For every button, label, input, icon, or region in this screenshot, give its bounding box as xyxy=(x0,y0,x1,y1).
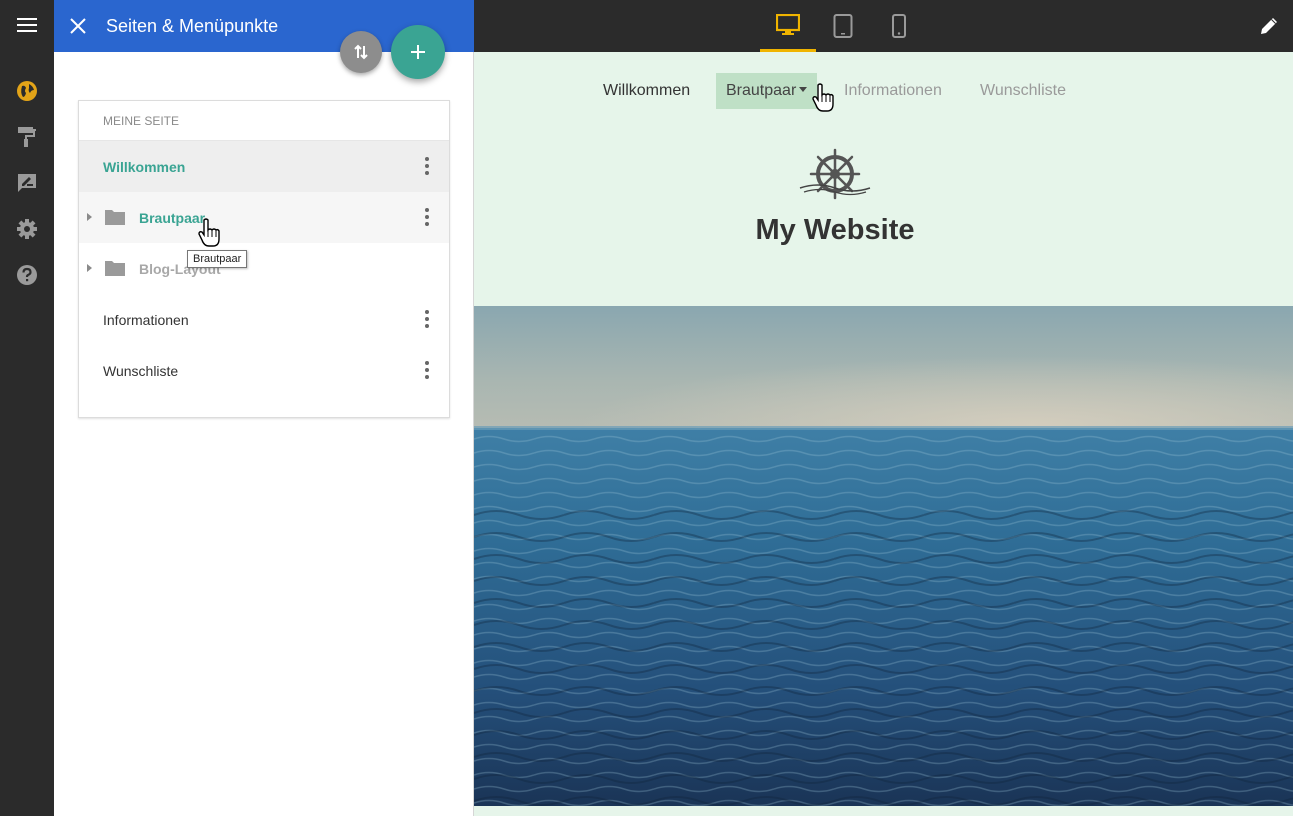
close-icon[interactable] xyxy=(66,14,90,38)
content-button[interactable] xyxy=(0,160,54,206)
page-label: Brautpaar xyxy=(139,209,206,226)
ship-wheel-logo xyxy=(799,148,871,200)
tablet-icon xyxy=(833,14,853,38)
expand-arrow-icon[interactable] xyxy=(87,213,92,221)
page-label: Informationen xyxy=(103,311,189,328)
nav-item-willkommen[interactable]: Willkommen xyxy=(603,73,690,109)
site-preview: Willkommen Brautpaar Informationen Wunsc… xyxy=(474,52,1293,816)
site-title: My Website xyxy=(755,214,915,246)
expand-arrow-icon[interactable] xyxy=(87,264,92,272)
section-header: MEINE SEITE xyxy=(79,101,449,141)
hand-cursor-icon xyxy=(812,83,834,112)
page-label: Willkommen xyxy=(103,158,186,175)
phone-view-button[interactable] xyxy=(871,0,927,52)
plus-icon xyxy=(411,45,425,59)
nav-item-wunschliste[interactable]: Wunschliste xyxy=(980,73,1066,109)
help-button[interactable] xyxy=(0,252,54,298)
sort-pages-button[interactable] xyxy=(340,31,382,73)
swap-vertical-icon xyxy=(354,44,368,60)
hamburger-icon xyxy=(17,18,37,32)
design-button[interactable] xyxy=(0,114,54,160)
panel-title: Seiten & Menüpunkte xyxy=(106,16,279,36)
nav-item-brautpaar[interactable]: Brautpaar xyxy=(716,73,818,109)
site-nav: Willkommen Brautpaar Informationen Wunsc… xyxy=(474,73,1293,109)
page-item-willkommen[interactable]: Willkommen xyxy=(79,141,449,192)
settings-button[interactable] xyxy=(0,206,54,252)
phone-icon xyxy=(892,14,906,38)
hero-ocean-image xyxy=(474,306,1293,806)
pages-panel: MEINE SEITE Willkommen Brautpaar Blog-La… xyxy=(54,52,474,816)
add-page-button[interactable] xyxy=(391,25,445,79)
page-item-wunschliste[interactable]: Wunschliste xyxy=(79,345,449,396)
gear-icon xyxy=(17,219,37,239)
tablet-view-button[interactable] xyxy=(815,0,871,52)
page-item-brautpaar[interactable]: Brautpaar xyxy=(79,192,449,243)
desktop-icon xyxy=(776,13,800,35)
help-icon xyxy=(17,265,37,285)
globe-button[interactable] xyxy=(0,68,54,114)
more-vert-icon[interactable] xyxy=(415,154,439,178)
folder-icon xyxy=(105,261,125,276)
top-bar xyxy=(474,0,1293,52)
paint-roller-icon xyxy=(18,127,36,147)
dropdown-caret-icon xyxy=(799,86,808,92)
desktop-view-button[interactable] xyxy=(760,0,816,52)
menu-button[interactable] xyxy=(0,2,54,48)
more-vert-icon[interactable] xyxy=(415,205,439,229)
tooltip: Brautpaar xyxy=(187,250,248,268)
more-vert-icon[interactable] xyxy=(415,307,439,331)
hand-cursor-icon xyxy=(198,218,220,247)
pencil-icon[interactable] xyxy=(1257,14,1281,38)
nav-item-informationen[interactable]: Informationen xyxy=(844,73,942,109)
page-item-informationen[interactable]: Informationen xyxy=(79,294,449,345)
folder-icon xyxy=(105,210,125,225)
pages-card: MEINE SEITE Willkommen Brautpaar Blog-La… xyxy=(78,100,450,418)
page-label: Wunschliste xyxy=(103,362,179,379)
globe-icon xyxy=(17,81,37,101)
nav-label: Brautpaar xyxy=(726,82,797,99)
left-rail xyxy=(0,0,54,816)
more-vert-icon[interactable] xyxy=(415,358,439,382)
page-item-blog-layout[interactable]: Blog-Layout xyxy=(79,243,449,294)
edit-note-icon xyxy=(18,174,36,192)
